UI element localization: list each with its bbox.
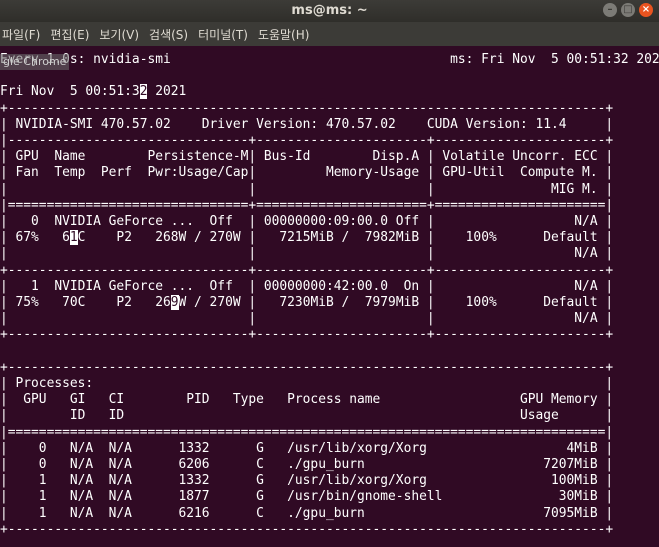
terminal-line-text: Every 1.0s: nvidia-smi ms: Fri Nov 5 00:… — [0, 52, 659, 67]
terminal-line-text: | 67% 6 — [0, 230, 70, 246]
terminal-line: | 1 N/A N/A 1332 G /usr/lib/xorg/Xorg 10… — [0, 473, 613, 489]
terminal-line: | 1 N/A N/A 1877 G /usr/bin/gnome-shell … — [0, 489, 613, 505]
terminal-line: | 1 NVIDIA GeForce ... Off | 00000000:42… — [0, 279, 613, 295]
terminal-line: +---------------------------------------… — [0, 101, 613, 117]
terminal-line: | 1 N/A N/A 6216 C ./gpu_burn 7095MiB | — [0, 506, 613, 522]
terminal-line-text: +---------------------------------------… — [0, 359, 614, 375]
terminal-line-text: | Fan Temp Perf Pwr:Usage/Cap| Memory-Us… — [0, 165, 614, 181]
terminal-line-text: | GPU GI CI PID Type Process name GPU Me… — [0, 392, 614, 408]
terminal-line-text: |-------------------------------+-------… — [0, 133, 614, 148]
window-title: ms@ms: ~ — [291, 3, 368, 18]
terminal-line-text: | NVIDIA-SMI 470.57.02 Driver Version: 4… — [0, 116, 614, 132]
terminal-line-text: | Processes: | — [0, 376, 614, 391]
terminal-line-text-rest: C P2 268W / 270W | 7215MiB / 7982MiB | 1… — [77, 230, 614, 246]
text-cursor-block: 1 — [69, 230, 78, 246]
terminal-line: | GPU Name Persistence-M| Bus-Id Disp.A … — [0, 149, 613, 165]
terminal-line: | GPU GI CI PID Type Process name GPU Me… — [0, 392, 613, 408]
tooltip-chrome: gle Chrome — [0, 54, 70, 70]
terminal-line-text: +---------------------------------------… — [0, 521, 614, 537]
terminal-line: | 75% 70C P2 269W / 270W | 7230MiB / 797… — [0, 295, 613, 311]
terminal-line-text: | 75% 70C P2 26 — [0, 295, 171, 310]
menu-bar: 파일(F) 편집(E) 보기(V) 검색(S) 터미널(T) 도움말(H) — [0, 22, 659, 46]
terminal-line: |=======================================… — [0, 425, 613, 441]
terminal-line: |===============================+=======… — [0, 198, 613, 214]
terminal-line-text: +-------------------------------+-------… — [0, 327, 614, 343]
terminal-line: | Processes: | — [0, 376, 613, 392]
terminal-line-text: | 1 N/A N/A 1877 G /usr/bin/gnome-shell … — [0, 489, 614, 505]
terminal-line-text-rest: 2021 — [147, 84, 187, 100]
text-cursor-block: 9 — [170, 295, 179, 310]
terminal-line: |-------------------------------+-------… — [0, 133, 613, 149]
terminal-line-text: +-------------------------------+-------… — [0, 262, 614, 278]
terminal-line: | | | N/A | — [0, 311, 613, 327]
terminal-line: | 0 N/A N/A 6206 C ./gpu_burn 7207MiB | — [0, 457, 613, 473]
terminal-line-text: | 0 N/A N/A 6206 C ./gpu_burn 7207MiB | — [0, 457, 614, 472]
window-controls: – □ × — [603, 3, 653, 17]
close-icon[interactable]: × — [639, 3, 653, 17]
terminal-line-text: |=======================================… — [0, 424, 614, 440]
terminal-line-text: | GPU Name Persistence-M| Bus-Id Disp.A … — [0, 149, 614, 165]
terminal-line-text: +---------------------------------------… — [0, 100, 614, 116]
terminal-line: +-------------------------------+-------… — [0, 263, 613, 279]
menu-terminal[interactable]: 터미널(T) — [193, 26, 253, 43]
menu-edit[interactable]: 편집(E) — [45, 26, 94, 43]
terminal-line: | | | N/A | — [0, 246, 613, 262]
terminal-line-text: | 1 N/A N/A 1332 G /usr/lib/xorg/Xorg 10… — [0, 473, 614, 489]
terminal-line-text: | ID ID Usage | — [0, 408, 614, 424]
terminal-line: | 0 NVIDIA GeForce ... Off | 00000000:09… — [0, 214, 613, 230]
terminal-line: Fri Nov 5 00:51:32 2021 — [0, 84, 186, 100]
menu-view[interactable]: 보기(V) — [94, 26, 144, 43]
terminal-line-text: | 1 NVIDIA GeForce ... Off | 00000000:42… — [0, 278, 614, 294]
terminal-line-text: |===============================+=======… — [0, 197, 614, 213]
terminal-line: +---------------------------------------… — [0, 360, 613, 376]
terminal-window: ms@ms: ~ – □ × 파일(F) 편집(E) 보기(V) 검색(S) 터… — [0, 0, 659, 547]
terminal-line-text: | 0 N/A N/A 1332 G /usr/lib/xorg/Xorg 4M… — [0, 440, 614, 456]
terminal-line: | NVIDIA-SMI 470.57.02 Driver Version: 4… — [0, 117, 613, 133]
terminal-line-text: | | | MIG M. | — [0, 181, 614, 197]
menu-help[interactable]: 도움말(H) — [253, 26, 315, 43]
maximize-icon[interactable]: □ — [621, 3, 635, 17]
terminal-line: | 0 N/A N/A 1332 G /usr/lib/xorg/Xorg 4M… — [0, 441, 613, 457]
terminal-output[interactable]: Every 1.0s: nvidia-smi ms: Fri Nov 5 00:… — [0, 46, 659, 547]
terminal-line-text: Fri Nov 5 00:51:3 — [0, 84, 140, 100]
menu-file[interactable]: 파일(F) — [0, 26, 45, 43]
menu-search[interactable]: 검색(S) — [144, 26, 193, 43]
terminal-line: | Fan Temp Perf Pwr:Usage/Cap| Memory-Us… — [0, 165, 613, 181]
title-bar[interactable]: ms@ms: ~ – □ × — [0, 0, 659, 22]
terminal-line-text: | 1 N/A N/A 6216 C ./gpu_burn 7095MiB | — [0, 505, 614, 521]
terminal-line: | ID ID Usage | — [0, 408, 613, 424]
terminal-line: | 67% 61C P2 268W / 270W | 7215MiB / 798… — [0, 230, 613, 246]
terminal-line: | | | MIG M. | — [0, 182, 613, 198]
minimize-icon[interactable]: – — [603, 3, 617, 17]
terminal-line-text-rest: W / 270W | 7230MiB / 7979MiB | 100% Defa… — [178, 295, 614, 310]
terminal-line: Every 1.0s: nvidia-smi ms: Fri Nov 5 00:… — [0, 52, 659, 68]
terminal-line: +-------------------------------+-------… — [0, 327, 613, 343]
terminal-line: +---------------------------------------… — [0, 522, 613, 538]
terminal-line-text: | | | N/A | — [0, 246, 614, 262]
terminal-line-text: | 0 NVIDIA GeForce ... Off | 00000000:09… — [0, 214, 614, 229]
terminal-line-text: | | | N/A | — [0, 311, 614, 327]
